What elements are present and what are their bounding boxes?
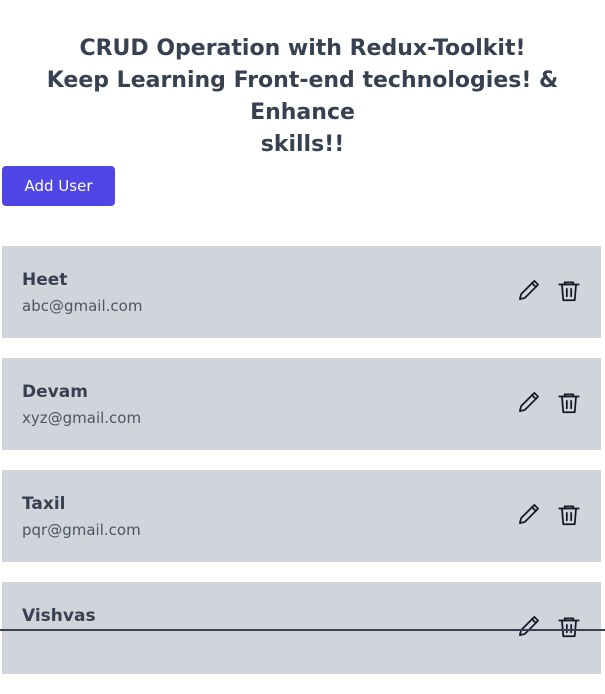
user-card: Devam xyz@gmail.com [2,358,601,450]
trash-icon[interactable] [556,278,582,304]
user-card: Taxil pqr@gmail.com [2,470,601,562]
user-card: Vishvas [2,582,601,674]
trash-icon[interactable] [556,502,582,528]
pencil-icon[interactable] [516,389,542,415]
user-name: Heet [22,270,68,290]
user-email: abc@gmail.com [22,297,143,315]
trash-icon[interactable] [556,614,582,640]
pencil-icon[interactable] [516,613,542,639]
user-name: Taxil [22,494,66,514]
add-user-button[interactable]: Add User [2,166,115,206]
user-email: pqr@gmail.com [22,521,141,539]
trash-icon[interactable] [556,390,582,416]
user-email: xyz@gmail.com [22,409,142,427]
pencil-icon[interactable] [516,277,542,303]
pencil-icon[interactable] [516,501,542,527]
title-line-1: CRUD Operation with Redux-Toolkit! [79,36,526,61]
title-line-3: skills!! [260,132,345,157]
user-list: Heet abc@gmail.com Devam xyz@gmail.com T… [2,246,601,694]
page-title: CRUD Operation with Redux-Toolkit! Keep … [0,0,605,161]
title-line-2: Keep Learning Front-end technologies! & … [46,68,559,125]
user-name: Vishvas [22,606,96,626]
user-card: Heet abc@gmail.com [2,246,601,338]
user-name: Devam [22,382,88,402]
